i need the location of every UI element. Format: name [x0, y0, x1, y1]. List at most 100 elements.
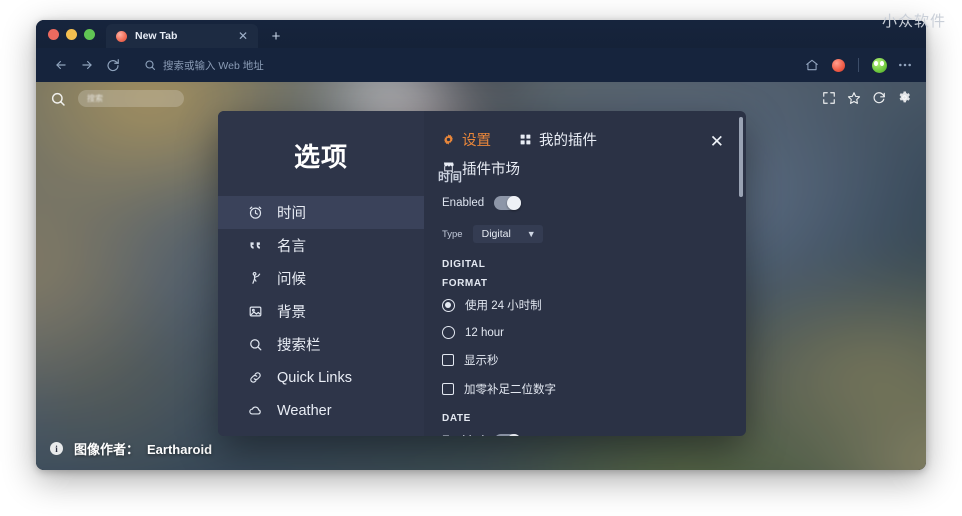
close-icon[interactable]: ✕: [236, 30, 250, 42]
search-input[interactable]: 搜索: [78, 90, 184, 107]
sidebar-item-label: Quick Links: [277, 369, 352, 386]
option-row-12h[interactable]: 12 hour: [442, 326, 746, 339]
info-icon[interactable]: i: [50, 442, 63, 455]
browser-tab[interactable]: New Tab ✕: [106, 24, 258, 48]
reload-icon[interactable]: [100, 53, 126, 77]
newtab-tools: [822, 90, 912, 105]
address-bar-placeholder: 搜索或输入 Web 地址: [163, 59, 264, 72]
gear-icon[interactable]: [897, 90, 912, 105]
tab-my-plugins[interactable]: 我的插件: [519, 129, 597, 150]
option-row-show-seconds[interactable]: 显示秒: [442, 352, 746, 368]
window-traffic-lights[interactable]: [36, 29, 106, 48]
grid-icon: [519, 133, 532, 146]
browser-titlebar: New Tab ✕ +: [36, 20, 926, 48]
sidebar-item-label: Weather: [277, 402, 332, 419]
maximize-window-button[interactable]: [84, 29, 95, 40]
screenshot-root: 小众软件 New Tab ✕ + 搜索或输入 Web 地址 搜索 i 图像作者：…: [0, 0, 962, 516]
date-enabled-field: Enabled: [442, 434, 746, 436]
browser-window: New Tab ✕ + 搜索或输入 Web 地址 搜索 i 图像作者： Eart…: [36, 20, 926, 470]
toolbar-divider: [858, 58, 859, 72]
link-icon: [247, 369, 264, 386]
tab-settings[interactable]: 设置: [442, 129, 491, 150]
sidebar-item-label: 背景: [277, 305, 306, 321]
sidebar-item-greeting[interactable]: 问候: [218, 262, 424, 295]
type-select[interactable]: Digital ▼: [472, 225, 543, 243]
enabled-toggle[interactable]: [494, 196, 522, 210]
enabled-field: Enabled: [442, 196, 746, 210]
modal-sidebar: 选项 时间 名言 问候 背景 搜索栏 Quick Links Weather: [218, 111, 424, 436]
tab-label: 我的插件: [539, 133, 597, 149]
option-row-pad-zero[interactable]: 加零补足二位数字: [442, 381, 746, 397]
sidebar-item-searchbar[interactable]: 搜索栏: [218, 328, 424, 361]
sidebar-item-label: 名言: [277, 239, 306, 255]
browser-toolbar: 搜索或输入 Web 地址: [36, 48, 926, 82]
watermark: 小众软件: [881, 13, 946, 30]
enabled-label: Enabled: [442, 197, 485, 209]
search-icon: [144, 59, 156, 71]
sidebar-item-appearance[interactable]: Appearance: [218, 427, 424, 437]
back-arrow-icon[interactable]: [48, 53, 74, 77]
type-label: Type: [442, 228, 463, 240]
address-bar[interactable]: 搜索或输入 Web 地址: [134, 54, 795, 76]
sidebar-item-label: 时间: [277, 206, 306, 222]
extension-green-icon[interactable]: [868, 54, 890, 76]
date-enabled-toggle[interactable]: [494, 434, 522, 436]
date-section-label: DATE: [442, 413, 471, 424]
refresh-icon[interactable]: [872, 91, 886, 105]
new-tab-button[interactable]: +: [268, 29, 284, 44]
checkbox-pad-zero[interactable]: [442, 383, 454, 395]
date-enabled-label: Enabled: [442, 435, 484, 436]
credit-author: Eartharoid: [147, 442, 213, 457]
star-icon[interactable]: [847, 91, 861, 105]
sidebar-item-background[interactable]: 背景: [218, 295, 424, 328]
browser-menu-button[interactable]: [894, 54, 916, 76]
store-icon: [442, 160, 455, 177]
sidebar-item-label: Appearance: [277, 436, 355, 437]
newtab-search-area[interactable]: 搜索: [50, 90, 184, 107]
quote-icon: [247, 237, 264, 254]
market-label: 插件市场: [462, 162, 520, 178]
sidebar-item-weather[interactable]: Weather: [218, 394, 424, 427]
close-icon[interactable]: ✕: [710, 133, 724, 150]
credit-label: 图像作者：: [74, 442, 140, 457]
minimize-window-button[interactable]: [66, 29, 77, 40]
orbit-favicon: [116, 30, 127, 42]
option-row-24h[interactable]: 使用 24 小时制: [442, 297, 746, 313]
tab-label: 设置: [462, 133, 491, 149]
toggle-knob: [507, 196, 522, 210]
credit-text: 图像作者： Eartharoid: [74, 439, 212, 458]
modal-content: ✕ 设置 我的插件 时间 插件市场 Enabled Type Digital ▼…: [424, 111, 746, 436]
home-icon[interactable]: [801, 54, 823, 76]
search-input-placeholder: 搜索: [87, 94, 103, 103]
appearance-icon: [247, 435, 264, 436]
cloud-icon: [247, 402, 264, 419]
search-icon: [247, 336, 264, 353]
modal-nav: 时间 名言 问候 背景 搜索栏 Quick Links Weather: [218, 196, 424, 436]
options-modal: 选项 时间 名言 问候 背景 搜索栏 Quick Links Weather ✕…: [218, 111, 746, 436]
checkbox-show-seconds[interactable]: [442, 354, 454, 366]
tab-title: New Tab: [135, 30, 178, 42]
close-window-button[interactable]: [48, 29, 59, 40]
extension-red-icon[interactable]: [827, 54, 849, 76]
option-label: 使用 24 小时制: [465, 300, 542, 312]
page-title: 选项: [293, 142, 348, 172]
type-select-value: Digital: [481, 228, 511, 240]
type-field: Type Digital ▼: [442, 225, 746, 243]
radio-12-hour[interactable]: [442, 326, 455, 339]
forward-arrow-icon[interactable]: [74, 53, 100, 77]
search-icon[interactable]: [50, 91, 66, 107]
radio-24-hour[interactable]: [442, 298, 455, 312]
toggle-knob: [507, 434, 522, 436]
chevron-down-icon: ▼: [526, 229, 536, 239]
image-credit: i 图像作者： Eartharoid: [50, 439, 212, 458]
image-icon: [247, 303, 264, 320]
modal-subheader: 时间 插件市场: [424, 150, 746, 184]
option-label: 加零补足二位数字: [464, 384, 556, 396]
fullscreen-icon[interactable]: [822, 91, 836, 105]
toolbar-right-actions: [795, 54, 916, 76]
modal-scrollbar[interactable]: [739, 117, 743, 197]
tab-plugin-market[interactable]: 插件市场: [442, 158, 520, 179]
sidebar-item-quote[interactable]: 名言: [218, 229, 424, 262]
sidebar-item-quick-links[interactable]: Quick Links: [218, 361, 424, 394]
sidebar-item-time[interactable]: 时间: [218, 196, 424, 229]
